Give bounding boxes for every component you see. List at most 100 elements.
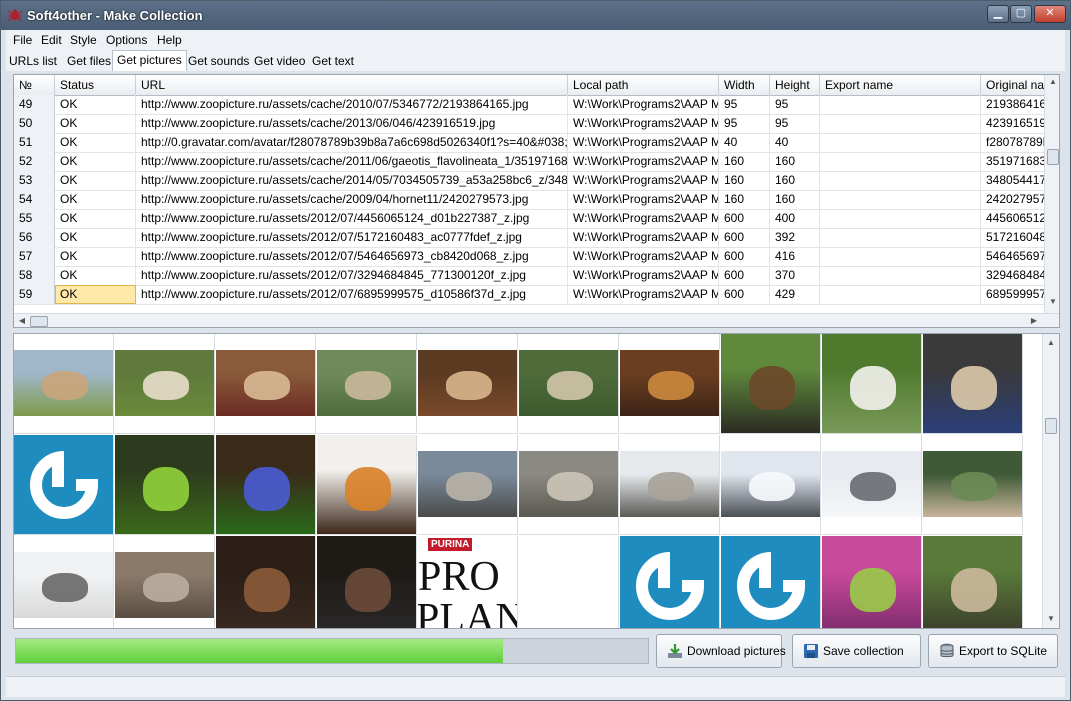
table-row[interactable]: 56 OK http://www.zoopicture.ru/assets/2012… (14, 228, 1046, 248)
grid-vertical-scrollbar[interactable]: ▲ ▼ (1044, 75, 1059, 313)
local-path-cell[interactable]: W:\Work\Programs2\AAP Mak (568, 114, 719, 133)
thumbnail-husky-in-snow[interactable] (822, 435, 922, 535)
table-row[interactable]: 58 OK http://www.zoopicture.ru/assets/2012… (14, 266, 1046, 286)
url-cell[interactable]: http://www.zoopicture.ru/assets/cache/20… (136, 95, 568, 114)
menu-edit[interactable]: Edit (41, 33, 62, 47)
width-cell[interactable]: 160 (719, 190, 770, 209)
col-url-header[interactable]: URL (136, 75, 568, 95)
grid-vertical-thumb[interactable] (1047, 149, 1059, 165)
menu-help[interactable]: Help (157, 33, 182, 47)
thumbnail-german-shepherd[interactable] (721, 334, 821, 434)
url-cell[interactable]: http://www.zoopicture.ru/assets/2012/07/… (136, 285, 568, 304)
status-cell[interactable]: OK (55, 190, 136, 209)
export-name-cell[interactable] (820, 95, 981, 114)
export-name-cell[interactable] (820, 285, 981, 304)
table-row[interactable]: 49 OK http://www.zoopicture.ru/assets/cach… (14, 95, 1046, 115)
table-row[interactable]: 57 OK http://www.zoopicture.ru/assets/2012… (14, 247, 1046, 267)
url-grid[interactable]: № Status URL Local path Width Height Export na… (13, 74, 1060, 328)
thumbnail-dog-on-floor[interactable] (620, 334, 720, 434)
save-collection-button[interactable]: Save collection (792, 634, 921, 668)
export-name-cell[interactable] (820, 190, 981, 209)
row-number[interactable]: 53 (14, 171, 55, 190)
thumbnail-husky-face[interactable] (14, 536, 114, 628)
width-cell[interactable]: 600 (719, 228, 770, 247)
thumbnail-dog-lying-field[interactable] (115, 334, 215, 434)
width-cell[interactable]: 40 (719, 133, 770, 152)
scroll-down-icon[interactable]: ▼ (1045, 295, 1059, 309)
url-cell[interactable]: http://www.zoopicture.ru/assets/2012/07/… (136, 266, 568, 285)
thumbnail-old-dog[interactable] (317, 536, 417, 628)
thumbnail-gravatar-logo-2[interactable] (620, 536, 720, 628)
menu-file[interactable]: File (13, 33, 32, 47)
width-cell[interactable]: 600 (719, 285, 770, 304)
download-pictures-button[interactable]: Download pictures (656, 634, 786, 668)
width-cell[interactable]: 600 (719, 266, 770, 285)
gallery-scroll-up-icon[interactable]: ▲ (1043, 336, 1059, 350)
row-number[interactable]: 50 (14, 114, 55, 133)
url-cell[interactable]: http://0.gravatar.com/avatar/f28078789b3… (136, 133, 568, 152)
tab-get-sounds[interactable]: Get sounds (188, 54, 249, 68)
status-cell[interactable]: OK (55, 133, 136, 152)
height-cell[interactable]: 429 (770, 285, 820, 304)
height-cell[interactable]: 416 (770, 247, 820, 266)
export-name-cell[interactable] (820, 209, 981, 228)
url-cell[interactable]: http://www.zoopicture.ru/assets/cache/20… (136, 152, 568, 171)
thumbnail-ruins-cats[interactable] (115, 536, 215, 628)
thumbnail-dog-with-toy[interactable] (216, 334, 316, 434)
url-cell[interactable]: http://www.zoopicture.ru/assets/2012/07/… (136, 209, 568, 228)
height-cell[interactable]: 160 (770, 190, 820, 209)
local-path-cell[interactable]: W:\Work\Programs2\AAP Mak (568, 285, 719, 304)
local-path-cell[interactable]: W:\Work\Programs2\AAP Mak (568, 171, 719, 190)
status-cell[interactable]: OK (55, 171, 136, 190)
height-cell[interactable]: 160 (770, 152, 820, 171)
thumbnail-purina-pro-plan[interactable]: PURINA PRO PLAN (418, 536, 518, 628)
maximize-button[interactable]: ▢ (1010, 5, 1032, 23)
height-cell[interactable]: 392 (770, 228, 820, 247)
thumbnail-pug-in-shirt[interactable] (923, 334, 1023, 434)
col-export-name-header[interactable]: Export name (820, 75, 981, 95)
row-number[interactable]: 54 (14, 190, 55, 209)
col-number-header[interactable]: № (14, 75, 55, 95)
status-cell[interactable]: OK (55, 95, 136, 114)
export-name-cell[interactable] (820, 152, 981, 171)
tab-get-pictures[interactable]: Get pictures (112, 50, 187, 71)
height-cell[interactable]: 40 (770, 133, 820, 152)
status-cell[interactable]: OK (55, 209, 136, 228)
width-cell[interactable]: 95 (719, 114, 770, 133)
row-number[interactable]: 57 (14, 247, 55, 266)
table-row[interactable]: 55 OK http://www.zoopicture.ru/assets/2012… (14, 209, 1046, 229)
table-row[interactable]: 59 OK http://www.zoopicture.ru/assets/2012… (14, 285, 1046, 305)
height-cell[interactable]: 95 (770, 114, 820, 133)
height-cell[interactable]: 160 (770, 171, 820, 190)
thumbnail-puppy-dark[interactable] (216, 536, 316, 628)
col-local-path-header[interactable]: Local path (568, 75, 719, 95)
table-row[interactable]: 50 OK http://www.zoopicture.ru/assets/cach… (14, 114, 1046, 134)
thumbnail-empty-tile[interactable] (519, 536, 619, 628)
local-path-cell[interactable]: W:\Work\Programs2\AAP Mak (568, 228, 719, 247)
table-row[interactable]: 51 OK http://0.gravatar.com/avatar/f280787… (14, 133, 1049, 153)
local-path-cell[interactable]: W:\Work\Programs2\AAP Mak (568, 133, 719, 152)
row-number[interactable]: 52 (14, 152, 55, 171)
menu-style[interactable]: Style (70, 33, 97, 47)
height-cell[interactable]: 370 (770, 266, 820, 285)
scroll-right-icon[interactable]: ▶ (1026, 314, 1042, 327)
local-path-cell[interactable]: W:\Work\Programs2\AAP Mak (568, 95, 719, 114)
col-height-header[interactable]: Height (770, 75, 820, 95)
thumbnail-green-slug[interactable] (115, 435, 215, 535)
export-name-cell[interactable] (820, 133, 981, 152)
gallery-scroll-down-icon[interactable]: ▼ (1043, 612, 1059, 626)
gallery-vertical-scrollbar[interactable]: ▲ ▼ (1042, 334, 1059, 628)
thumbnail-husky-running[interactable] (721, 435, 821, 535)
width-cell[interactable]: 600 (719, 209, 770, 228)
table-row[interactable]: 53 OK http://www.zoopicture.ru/assets/cach… (14, 171, 1046, 191)
thumbnail-wolf-portrait[interactable] (418, 435, 518, 535)
row-number[interactable]: 55 (14, 209, 55, 228)
export-sqlite-button[interactable]: Export to SQLite (928, 634, 1058, 668)
thumbnail-dog-on-lawn[interactable] (519, 334, 619, 434)
row-number[interactable]: 59 (14, 285, 55, 304)
grid-horizontal-scrollbar[interactable]: ◀ ▶ (14, 313, 1059, 327)
table-row[interactable]: 52 OK http://www.zoopicture.ru/assets/cach… (14, 152, 1046, 172)
thumbnail-frog-in-hand[interactable] (822, 536, 922, 628)
local-path-cell[interactable]: W:\Work\Programs2\AAP Mak (568, 266, 719, 285)
export-name-cell[interactable] (820, 247, 981, 266)
